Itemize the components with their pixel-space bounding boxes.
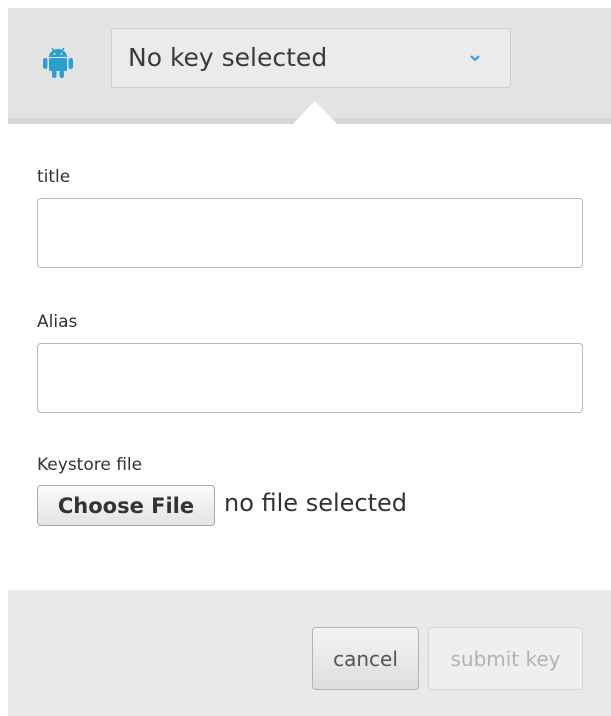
keystore-file-label: Keystore file [37, 455, 143, 475]
submit-key-button[interactable]: submit key [428, 627, 583, 690]
key-select-dropdown[interactable]: No key selected [111, 28, 511, 88]
popover-notch [285, 101, 345, 132]
key-selector-header: No key selected [8, 8, 611, 132]
title-input[interactable] [37, 198, 583, 268]
android-icon [43, 47, 73, 78]
cancel-button[interactable]: cancel [312, 627, 419, 690]
form-footer: cancel submit key [8, 590, 611, 716]
file-status-text: no file selected [224, 489, 408, 517]
alias-label: Alias [37, 312, 78, 332]
key-select-value: No key selected [128, 43, 328, 72]
alias-input[interactable] [37, 343, 583, 413]
title-label: title [37, 167, 71, 187]
chevron-down-icon [470, 55, 480, 62]
choose-file-button[interactable]: Choose File [37, 485, 215, 526]
add-signing-key-panel: No key selected title Alias Keystore fil… [0, 0, 611, 716]
